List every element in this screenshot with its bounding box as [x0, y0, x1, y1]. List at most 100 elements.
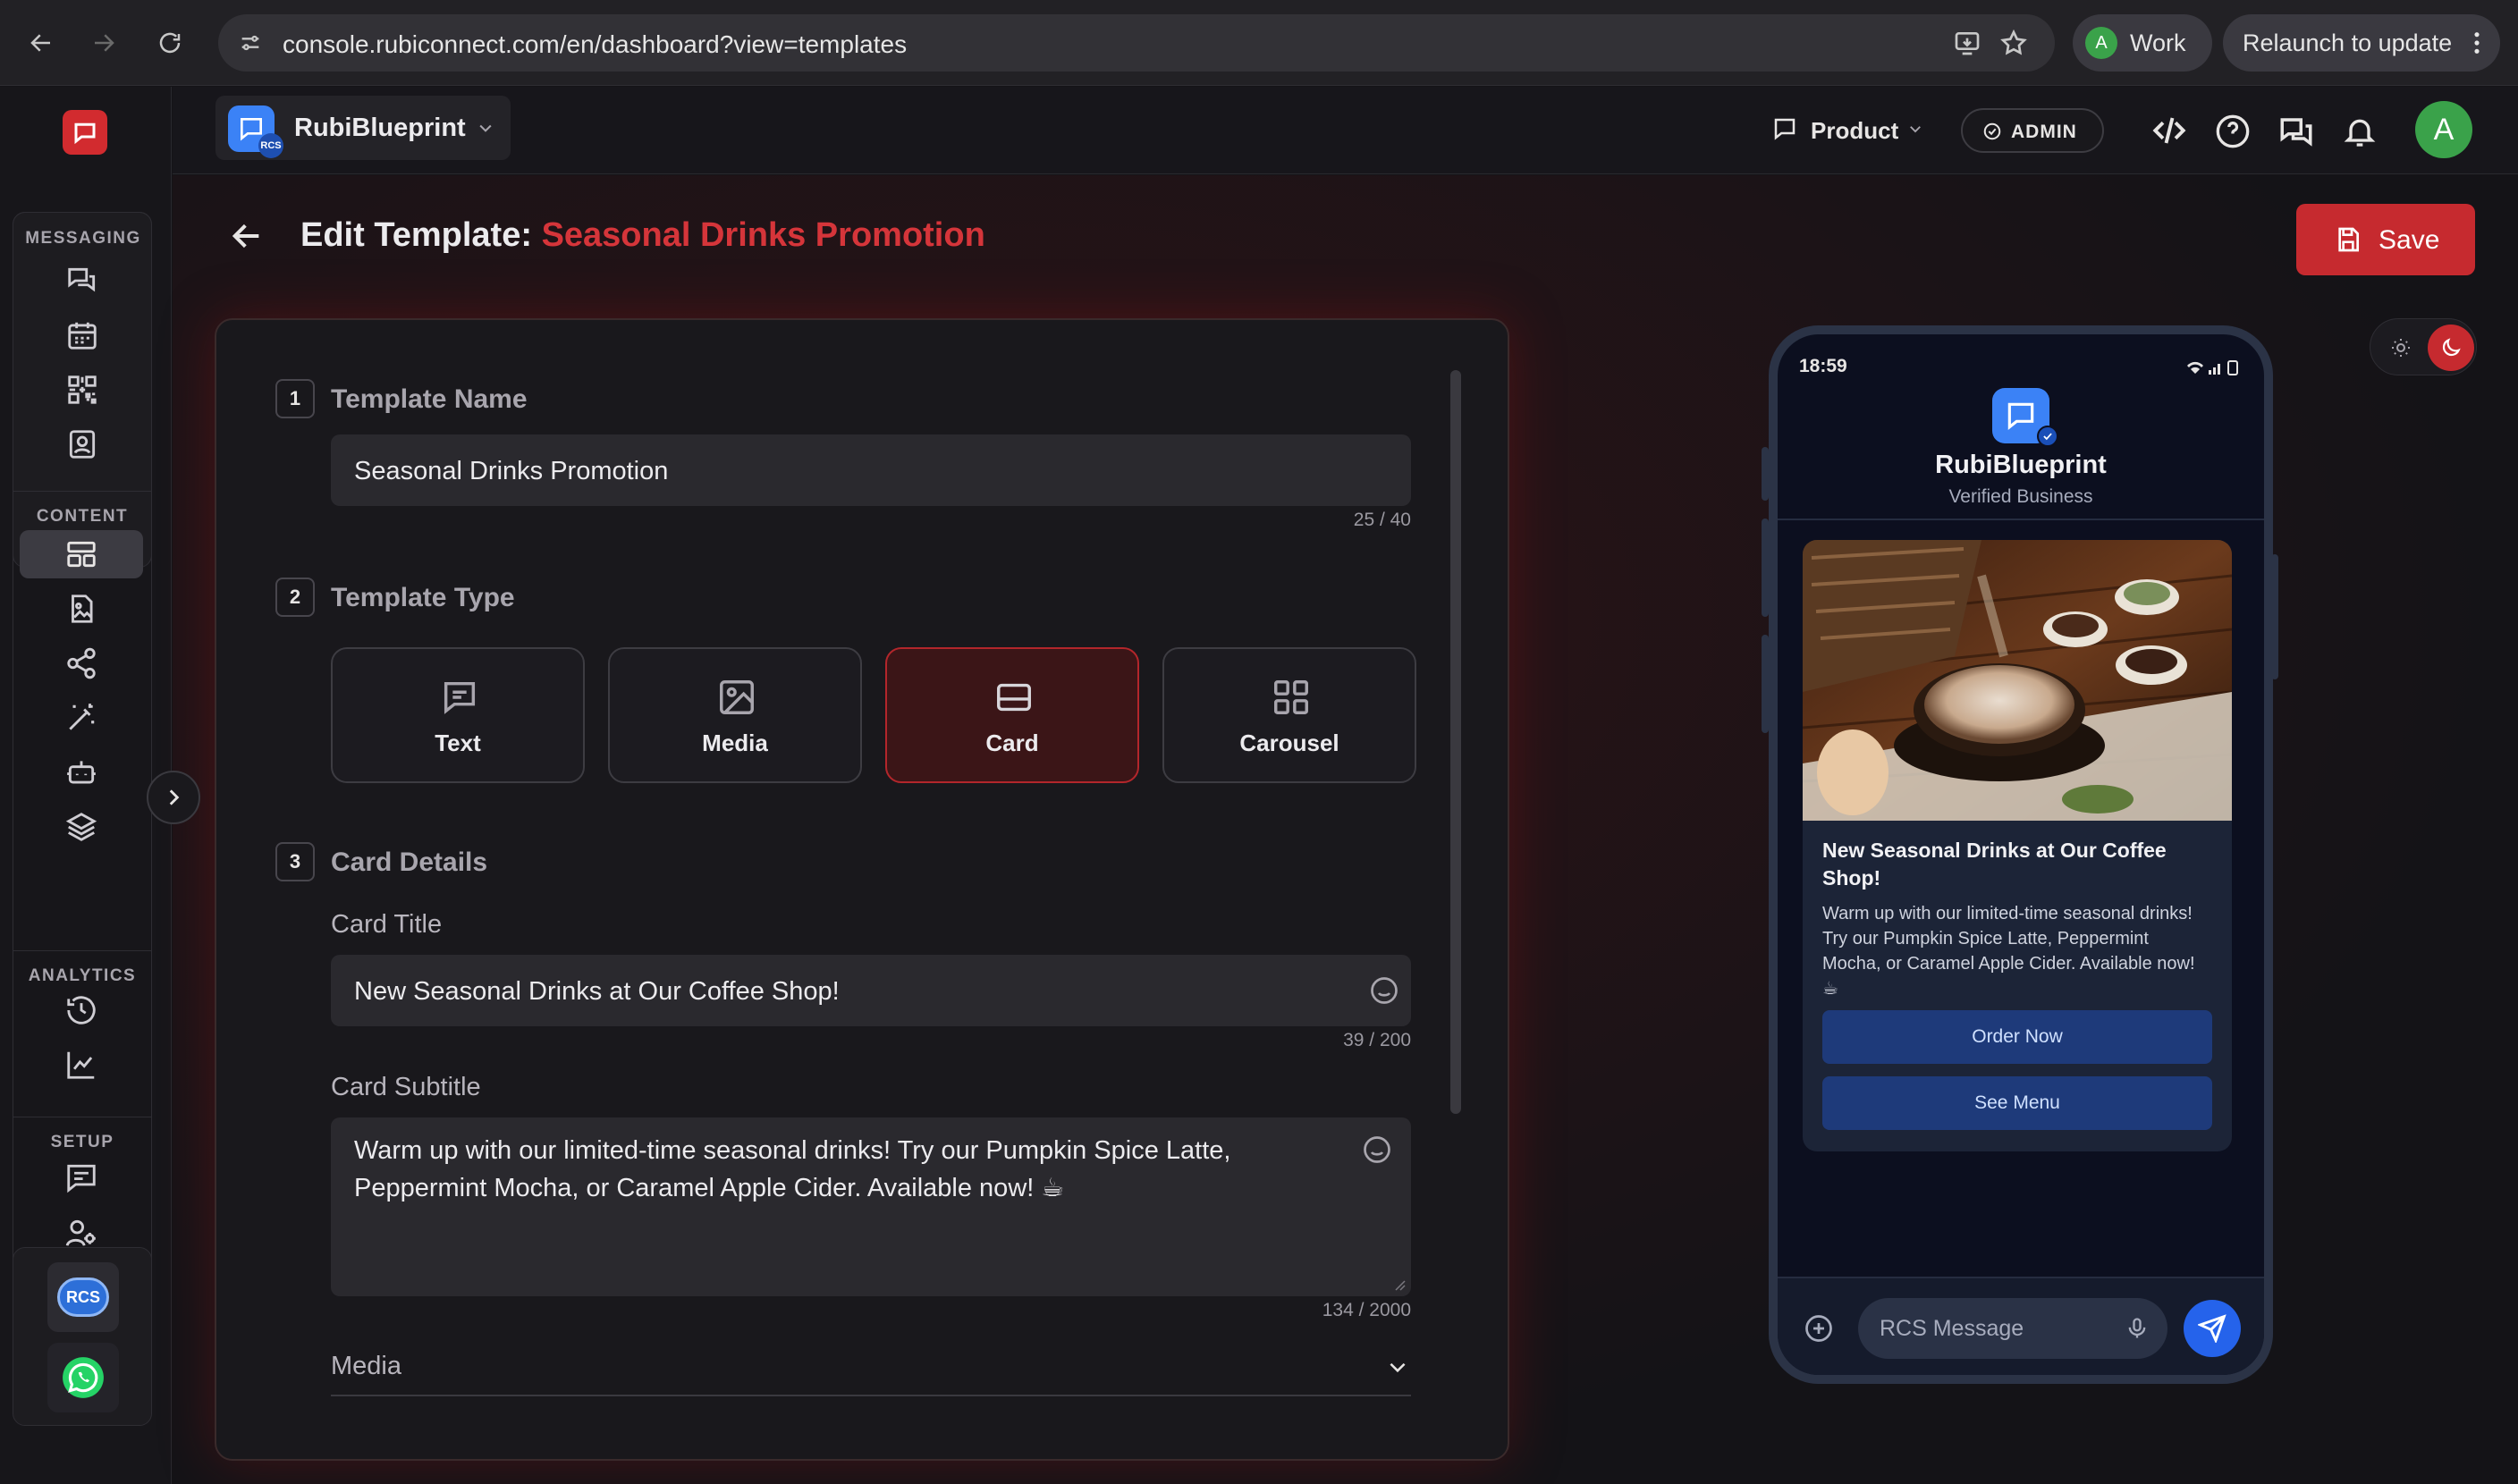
card-title-value: New Seasonal Drinks at Our Coffee Shop! — [354, 977, 840, 1006]
kebab-menu-icon[interactable] — [2472, 30, 2482, 55]
admin-badge: ADMIN — [1961, 108, 2104, 153]
back-icon[interactable] — [21, 23, 61, 63]
profile-avatar: A — [2085, 27, 2117, 59]
media-file-icon[interactable] — [54, 587, 109, 630]
card-subtitle-label: Card Subtitle — [331, 1073, 481, 1101]
card-media-image — [1803, 540, 2232, 821]
bookmark-star-icon[interactable] — [1999, 29, 2028, 57]
see-menu-button[interactable]: See Menu — [1822, 1076, 2212, 1130]
layers-icon[interactable] — [54, 805, 109, 848]
sun-icon[interactable] — [2381, 328, 2421, 367]
expand-sidebar-button[interactable] — [147, 771, 200, 824]
rail-section-content: CONTENT — [36, 507, 129, 526]
card-subtitle-textarea[interactable]: Warm up with our limited-time seasonal d… — [331, 1117, 1411, 1296]
form-scrollbar[interactable] — [1450, 370, 1461, 1114]
business-name: RubiBlueprint — [1935, 451, 2107, 479]
profile-chip[interactable]: A Work — [2073, 14, 2212, 72]
type-option-label: Carousel — [1239, 729, 1339, 756]
verified-business-label: Verified Business — [1948, 486, 2093, 507]
resize-handle-icon[interactable] — [1391, 1277, 1406, 1291]
type-option-carousel[interactable]: Carousel — [1162, 647, 1416, 783]
card-icon — [991, 674, 1037, 721]
qr-code-icon[interactable] — [55, 368, 110, 411]
card-title-label: Card Title — [331, 910, 443, 939]
admin-label: ADMIN — [2011, 122, 2077, 142]
share-flow-icon[interactable] — [54, 642, 109, 685]
magic-wand-icon[interactable] — [54, 696, 109, 739]
check-circle-icon — [1982, 122, 2002, 141]
moon-icon[interactable] — [2428, 325, 2474, 371]
conversations-icon[interactable] — [55, 259, 110, 302]
forward-icon[interactable] — [84, 23, 123, 63]
card-title-input[interactable]: New Seasonal Drinks at Our Coffee Shop! — [331, 955, 1411, 1026]
install-app-icon[interactable] — [1953, 29, 1981, 57]
rail-section-messaging: MESSAGING — [25, 229, 141, 248]
workspace-rcs-badge: RCS — [258, 133, 283, 158]
media-label: Media — [331, 1352, 401, 1380]
rcs-channel-button[interactable]: RCS — [47, 1262, 119, 1332]
verified-check-icon — [2037, 426, 2058, 447]
emoji-icon[interactable] — [1368, 974, 1400, 1007]
bell-icon[interactable] — [2342, 114, 2378, 149]
composer-area: RCS Message — [1778, 1278, 2264, 1375]
rail-separator — [13, 950, 152, 951]
theme-toggle[interactable] — [2370, 318, 2477, 375]
phone-preview: 18:59 RubiBlueprint Verified Business Ne… — [1769, 325, 2273, 1384]
profile-label: Work — [2130, 30, 2186, 56]
contacts-icon[interactable] — [55, 423, 110, 466]
chevron-down-icon — [1386, 1355, 1409, 1379]
card-subtitle-counter: 134 / 2000 — [1322, 1300, 1411, 1320]
chevron-down-icon — [1907, 121, 1923, 137]
history-icon[interactable] — [54, 989, 109, 1032]
send-button[interactable] — [2184, 1300, 2241, 1357]
templates-icon[interactable] — [20, 530, 143, 578]
rcs-message-input[interactable]: RCS Message — [1858, 1298, 2167, 1359]
microphone-icon[interactable] — [2125, 1316, 2150, 1341]
chevron-down-icon — [477, 119, 494, 137]
step-title-template-name: Template Name — [331, 384, 528, 414]
address-bar[interactable]: console.rubiconnect.com/en/dashboard?vie… — [218, 14, 2055, 72]
template-name-input[interactable]: Seasonal Drinks Promotion — [331, 434, 1411, 506]
line-chart-icon[interactable] — [54, 1043, 109, 1086]
relaunch-button[interactable]: Relaunch to update — [2223, 14, 2500, 72]
site-settings-icon[interactable] — [238, 30, 263, 55]
save-label: Save — [2379, 225, 2440, 255]
url-text: console.rubiconnect.com/en/dashboard?vie… — [283, 30, 908, 58]
type-option-card[interactable]: Card — [885, 647, 1139, 783]
chevron-right-icon — [169, 789, 180, 805]
rail-separator — [13, 491, 152, 492]
rail-section-setup: SETUP — [50, 1133, 114, 1151]
whatsapp-channel-button[interactable] — [47, 1343, 119, 1412]
bot-icon[interactable] — [54, 751, 109, 794]
type-option-media[interactable]: Media — [608, 647, 862, 783]
rich-card: New Seasonal Drinks at Our Coffee Shop! … — [1803, 540, 2232, 1151]
code-icon[interactable] — [2150, 112, 2188, 149]
message-square-icon — [1771, 115, 1798, 142]
order-now-button[interactable]: Order Now — [1822, 1010, 2212, 1064]
rail-section-analytics: ANALYTICS — [28, 966, 137, 985]
message-settings-icon[interactable] — [54, 1156, 109, 1199]
card-body-preview: Warm up with our limited-time seasonal d… — [1822, 904, 2195, 999]
header-divider — [1778, 519, 2264, 520]
user-avatar[interactable]: A — [2415, 101, 2472, 158]
calendar-icon[interactable] — [55, 314, 110, 357]
workspace-name: RubiBlueprint — [294, 114, 466, 142]
help-icon[interactable] — [2215, 114, 2251, 149]
type-option-text[interactable]: Text — [331, 647, 585, 783]
left-rail: MESSAGING CONTENT ANALYTICS SETUP RCS — [0, 87, 172, 1484]
add-attachment-icon[interactable] — [1803, 1312, 1835, 1345]
app-header: RCS RubiBlueprint Product ADMIN A — [173, 87, 2518, 174]
emoji-icon[interactable] — [1361, 1134, 1393, 1166]
app-logo[interactable] — [63, 110, 107, 155]
chat-icon[interactable] — [2277, 114, 2315, 151]
save-button[interactable]: Save — [2296, 204, 2475, 275]
product-label: Product — [1811, 117, 1899, 144]
reload-icon[interactable] — [150, 23, 190, 63]
save-disk-icon — [2334, 225, 2362, 254]
back-arrow-icon[interactable] — [229, 218, 265, 254]
relaunch-label: Relaunch to update — [2243, 30, 2453, 56]
product-dropdown[interactable]: Product — [1771, 105, 1950, 151]
media-accordion[interactable]: Media — [331, 1346, 1411, 1396]
page-title: Edit Template: Seasonal Drinks Promotion — [300, 216, 985, 255]
workspace-switcher[interactable]: RCS RubiBlueprint — [215, 96, 511, 160]
